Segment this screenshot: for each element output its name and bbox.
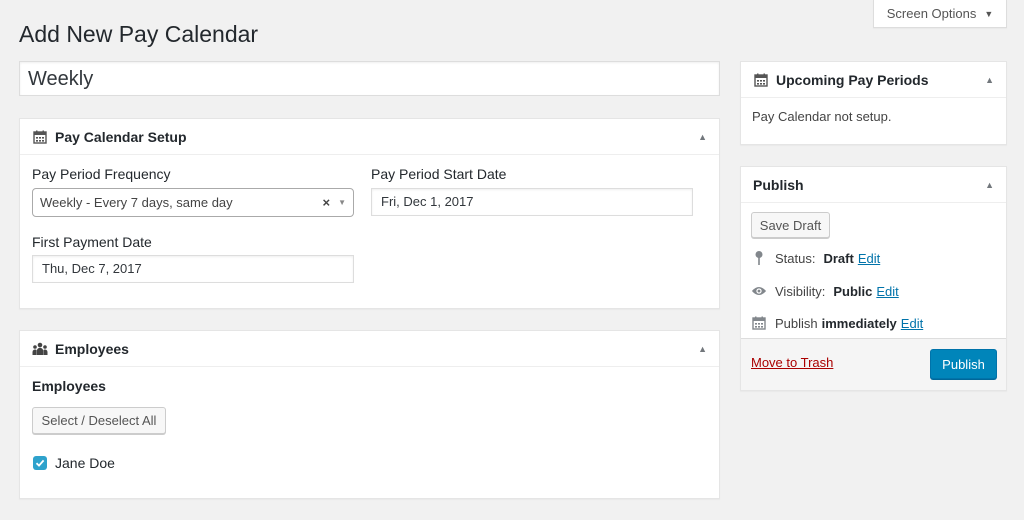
visibility-label: Visibility: bbox=[775, 283, 826, 299]
edit-visibility-link[interactable]: Edit bbox=[876, 284, 898, 299]
edit-publish-time-link[interactable]: Edit bbox=[901, 316, 923, 331]
frequency-label: Pay Period Frequency bbox=[32, 166, 171, 182]
chevron-up-icon[interactable]: ▲ bbox=[698, 344, 707, 354]
frequency-select[interactable]: Weekly - Every 7 days, same day × ▼ bbox=[32, 188, 354, 217]
calendar-icon bbox=[751, 315, 767, 331]
pin-icon bbox=[751, 250, 767, 266]
chevron-up-icon[interactable]: ▲ bbox=[698, 132, 707, 142]
status-row: Status: Draft Edit bbox=[751, 250, 880, 266]
employee-checkbox[interactable] bbox=[33, 456, 47, 470]
publish-time-row: Publish immediately Edit bbox=[751, 315, 923, 331]
employees-box: Employees ▲ Employees Select / Deselect … bbox=[19, 330, 720, 499]
upcoming-pay-periods-title: Upcoming Pay Periods bbox=[776, 71, 929, 88]
select-deselect-all-button[interactable]: Select / Deselect All bbox=[32, 407, 166, 434]
upcoming-message: Pay Calendar not setup. bbox=[752, 109, 892, 124]
employees-section-label: Employees bbox=[32, 378, 106, 394]
start-date-input[interactable]: Fri, Dec 1, 2017 bbox=[371, 188, 693, 216]
publish-title: Publish bbox=[753, 176, 804, 193]
upcoming-pay-periods-header[interactable]: Upcoming Pay Periods ▲ bbox=[741, 62, 1006, 98]
employees-title: Employees bbox=[55, 340, 129, 357]
first-payment-label: First Payment Date bbox=[32, 234, 152, 250]
employees-header[interactable]: Employees ▲ bbox=[20, 331, 719, 367]
visibility-row: Visibility: Public Edit bbox=[751, 283, 899, 299]
start-date-label: Pay Period Start Date bbox=[371, 166, 507, 182]
chevron-down-icon: ▼ bbox=[984, 8, 994, 19]
page-title: Add New Pay Calendar bbox=[19, 21, 259, 47]
major-publishing-actions: Move to Trash Publish bbox=[741, 338, 1006, 390]
screen-options-label: Screen Options bbox=[886, 6, 977, 21]
status-label: Status: bbox=[775, 250, 816, 266]
visibility-value: Public bbox=[833, 283, 873, 299]
pay-calendar-setup-box: Pay Calendar Setup ▲ Pay Period Frequenc… bbox=[19, 118, 720, 309]
pay-calendar-setup-header[interactable]: Pay Calendar Setup ▲ bbox=[20, 119, 719, 155]
screen-options-button[interactable]: Screen Options ▼ bbox=[873, 0, 1007, 28]
publish-button[interactable]: Publish bbox=[930, 349, 997, 379]
calendar-icon bbox=[32, 129, 48, 145]
chevron-down-icon: ▼ bbox=[338, 198, 346, 207]
publish-box: Publish ▲ Save Draft Status: Draft Edit … bbox=[740, 166, 1007, 391]
publish-time-label: Publish bbox=[775, 315, 818, 331]
chevron-up-icon[interactable]: ▲ bbox=[985, 75, 994, 85]
edit-status-link[interactable]: Edit bbox=[858, 251, 880, 266]
upcoming-pay-periods-box: Upcoming Pay Periods ▲ Pay Calendar not … bbox=[740, 61, 1007, 145]
chevron-up-icon[interactable]: ▲ bbox=[985, 180, 994, 190]
frequency-value: Weekly - Every 7 days, same day bbox=[40, 195, 233, 210]
save-draft-button[interactable]: Save Draft bbox=[751, 212, 830, 238]
first-payment-input[interactable]: Thu, Dec 7, 2017 bbox=[32, 255, 354, 283]
pay-calendar-setup-title: Pay Calendar Setup bbox=[55, 128, 187, 145]
publish-time-value: immediately bbox=[821, 315, 897, 331]
checkmark-icon bbox=[35, 459, 45, 467]
clear-icon[interactable]: × bbox=[322, 189, 330, 216]
calendar-icon bbox=[753, 72, 769, 88]
title-input[interactable]: Weekly bbox=[19, 61, 720, 96]
group-icon bbox=[32, 341, 48, 357]
move-to-trash-link[interactable]: Move to Trash bbox=[751, 355, 833, 370]
employee-name: Jane Doe bbox=[55, 455, 115, 471]
publish-header[interactable]: Publish ▲ bbox=[741, 167, 1006, 203]
eye-icon bbox=[751, 283, 767, 299]
status-value: Draft bbox=[823, 250, 854, 266]
